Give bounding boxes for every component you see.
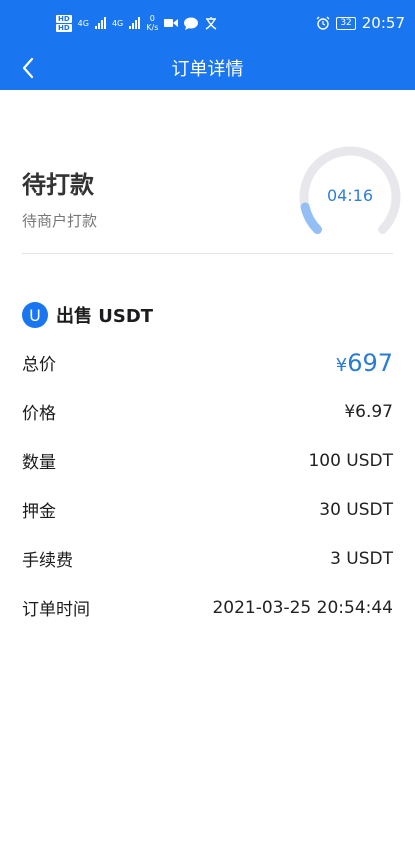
net-speed: 0 K/s (146, 14, 158, 32)
status-bar-left: HD HD 4G 4G 0 K/s (56, 14, 218, 32)
unit-price-label: 价格 (22, 404, 56, 424)
order-status-section: 待打款 待商户打款 04:16 (22, 90, 401, 254)
hd-label-1: HD (56, 14, 72, 23)
net-speed-unit: K/s (146, 23, 159, 32)
video-icon (164, 19, 179, 27)
nav-bar: 订单详情 (0, 46, 415, 90)
unit-price-value: ¥6.97 (344, 401, 393, 422)
network-type-2: 4G (111, 18, 124, 28)
order-time-label: 订单时间 (22, 600, 90, 620)
order-time-value: 2021-03-25 20:54:44 (212, 597, 393, 618)
back-button[interactable] (12, 52, 44, 84)
order-status-subtitle: 待商户打款 (22, 212, 98, 230)
hd-indicator: HD HD (56, 14, 72, 32)
deposit-label: 押金 (22, 502, 56, 522)
fee-value: 3 USDT (330, 548, 393, 569)
deposit-row: 押金 30 USDT (22, 485, 393, 534)
status-bar-right: 32 20:57 (316, 14, 405, 32)
total-price-row: 总价 ¥697 (22, 338, 393, 387)
page-title: 订单详情 (171, 59, 244, 80)
fee-row: 手续费 3 USDT (22, 534, 393, 583)
total-price-amount: 697 (347, 348, 393, 377)
order-type: 出售 USDT (56, 306, 154, 327)
order-header: U 出售 USDT (22, 292, 393, 338)
translate-icon (205, 16, 217, 30)
signal-icon-2 (129, 17, 141, 29)
total-price-currency: ¥ (335, 354, 348, 376)
network-type-1: 4G (77, 18, 89, 28)
chevron-left-icon (22, 57, 34, 79)
net-speed-value: 0 (149, 14, 155, 23)
total-price-label: 总价 (22, 355, 56, 375)
alarm-icon (316, 16, 330, 30)
quantity-label: 数量 (22, 453, 56, 473)
quantity-row: 数量 100 USDT (22, 436, 393, 485)
signal-icon-1 (94, 17, 106, 29)
fee-label: 手续费 (22, 551, 73, 571)
usdt-icon: U (22, 302, 48, 328)
hd-label-2: HD (56, 23, 72, 32)
countdown-ring-progress (300, 202, 322, 235)
battery-icon: 32 (336, 16, 356, 30)
deposit-value: 30 USDT (319, 499, 393, 520)
quantity-value: 100 USDT (308, 450, 393, 471)
countdown-timer: 04:16 (295, 142, 405, 252)
order-details: U 出售 USDT 总价 ¥697 价格 ¥6.97 数量 100 USDT 押… (0, 292, 415, 632)
order-status-title: 待打款 (22, 171, 94, 199)
order-time-row: 订单时间 2021-03-25 20:54:44 (22, 583, 393, 632)
unit-price-row: 价格 ¥6.97 (22, 387, 393, 436)
countdown-text: 04:16 (326, 186, 374, 205)
total-price-value: ¥697 (336, 349, 393, 377)
status-bar: HD HD 4G 4G 0 K/s 32 20:57 (0, 0, 415, 46)
message-icon (184, 17, 199, 30)
content: 待打款 待商户打款 04:16 U 出售 USDT 总价 ¥697 价格 ¥6.… (0, 90, 415, 868)
clock: 20:57 (361, 14, 405, 32)
